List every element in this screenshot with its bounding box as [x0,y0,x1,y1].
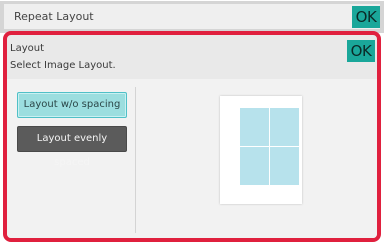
panel-ok-button[interactable]: OK [347,40,375,62]
layout-without-spacing-button[interactable]: Layout w/o spacing [17,92,127,118]
preview-cell [240,108,269,146]
layout-content: Layout w/o spacing Layout evenly spaced [7,79,377,238]
header-bar: Repeat Layout OK [0,0,384,33]
preview-cell [240,147,269,185]
preview-grid [240,108,300,186]
divider [135,87,136,233]
panel-subtitle: Select Image Layout. [10,60,116,71]
header-field: Repeat Layout OK [4,4,380,29]
layout-preview [220,96,302,204]
header-title: Repeat Layout [14,10,94,23]
layout-evenly-spaced-button[interactable]: Layout evenly spaced [17,126,127,168]
layout-panel: Layout Select Image Layout. OK Layout w/… [3,31,381,242]
preview-cell [270,147,299,185]
header-ok-button[interactable]: OK [352,6,380,28]
preview-cell [270,108,299,146]
panel-title: Layout [10,43,44,54]
